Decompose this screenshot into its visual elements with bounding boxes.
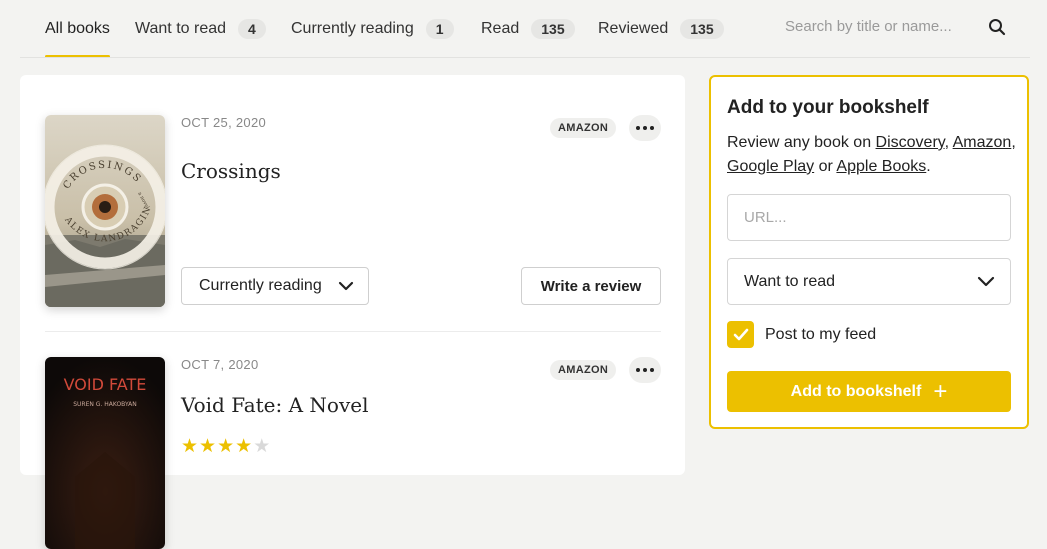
tab-label: Want to read: [135, 20, 227, 37]
tab-count: 1: [425, 19, 454, 39]
book-list: CROSSINGS ALEX LANDRAGIN a novel OCT 25,…: [20, 75, 685, 549]
post-to-feed-row: Post to my feed: [727, 321, 876, 348]
tab-reviewed[interactable]: Reviewed 135: [598, 0, 724, 58]
store-badge[interactable]: AMAZON: [550, 118, 617, 138]
book-cover[interactable]: CROSSINGS ALEX LANDRAGIN a novel: [45, 115, 165, 307]
dot: [636, 368, 640, 372]
search-box: [785, 14, 1015, 42]
write-review-button[interactable]: Write a review: [521, 267, 661, 305]
dot: [636, 126, 640, 130]
dot: [643, 126, 647, 130]
link-discovery[interactable]: Discovery: [876, 134, 945, 151]
shelf-status-dropdown[interactable]: Currently reading: [181, 267, 369, 305]
tab-count: 135: [680, 19, 724, 39]
post-to-feed-label: Post to my feed: [765, 325, 877, 343]
shelf-select-value: Want to read: [744, 272, 836, 290]
tab-count: 4: [238, 19, 266, 39]
panel-title: Add to your bookshelf: [727, 97, 929, 118]
desc-or: or: [818, 158, 833, 175]
post-to-feed-checkbox[interactable]: [727, 321, 754, 348]
tabs-divider: [20, 57, 1030, 58]
tab-count: 135: [531, 19, 575, 39]
book-cover[interactable]: VOID FATE SUREN G. HAKOBYAN: [45, 357, 165, 549]
url-input[interactable]: [727, 194, 1011, 241]
tab-want-to-read[interactable]: Want to read 4: [135, 0, 266, 58]
tab-label: Currently reading: [291, 20, 414, 37]
add-to-bookshelf-panel: Add to your bookshelf Review any book on…: [709, 75, 1029, 429]
tab-currently-reading[interactable]: Currently reading 1: [291, 0, 454, 58]
search-input[interactable]: [785, 14, 975, 39]
store-badge[interactable]: AMAZON: [550, 360, 617, 380]
shelf-status-label: Currently reading: [199, 277, 322, 294]
book-date: OCT 25, 2020: [181, 115, 267, 130]
dot: [643, 368, 647, 372]
more-options-button[interactable]: [629, 115, 661, 141]
shelf-select[interactable]: Want to read: [727, 258, 1011, 305]
book-title[interactable]: Void Fate: A Novel: [181, 393, 369, 417]
star-empty-icon[interactable]: ★: [253, 437, 270, 456]
rating-stars[interactable]: ★ ★ ★ ★ ★: [181, 437, 271, 456]
tab-all-books[interactable]: All books: [45, 0, 110, 58]
chevron-down-icon: [977, 276, 995, 287]
plus-icon: +: [933, 377, 948, 405]
book-date: OCT 7, 2020: [181, 357, 259, 372]
list-divider: [45, 331, 661, 332]
link-amazon[interactable]: Amazon: [953, 134, 1012, 151]
cover-title-text: VOID FATE: [64, 375, 147, 394]
star-filled-icon[interactable]: ★: [235, 437, 252, 456]
cover-author-text: SUREN G. HAKOBYAN: [73, 401, 137, 408]
star-filled-icon[interactable]: ★: [217, 437, 234, 456]
link-google-play[interactable]: Google Play: [727, 158, 814, 175]
star-filled-icon[interactable]: ★: [181, 437, 198, 456]
dot: [650, 368, 654, 372]
tab-label: Reviewed: [598, 20, 669, 37]
tab-read[interactable]: Read 135: [481, 0, 575, 58]
shelf-tabs: All books Want to read 4 Currently readi…: [0, 0, 1047, 58]
book-title[interactable]: Crossings: [181, 159, 281, 183]
tab-label: Read: [481, 20, 520, 37]
tab-label: All books: [45, 20, 110, 37]
desc-prefix: Review any book on: [727, 134, 872, 151]
add-button-label: Add to bookshelf: [790, 382, 922, 400]
check-icon: [733, 328, 748, 341]
search-icon[interactable]: [988, 18, 1006, 36]
link-apple-books[interactable]: Apple Books: [836, 158, 926, 175]
panel-description: Review any book on Discovery, Amazon, Go…: [727, 134, 1016, 175]
add-to-bookshelf-button[interactable]: Add to bookshelf +: [727, 371, 1011, 412]
more-options-button[interactable]: [629, 357, 661, 383]
chevron-down-icon: [338, 281, 354, 291]
dot: [650, 126, 654, 130]
star-filled-icon[interactable]: ★: [199, 437, 216, 456]
